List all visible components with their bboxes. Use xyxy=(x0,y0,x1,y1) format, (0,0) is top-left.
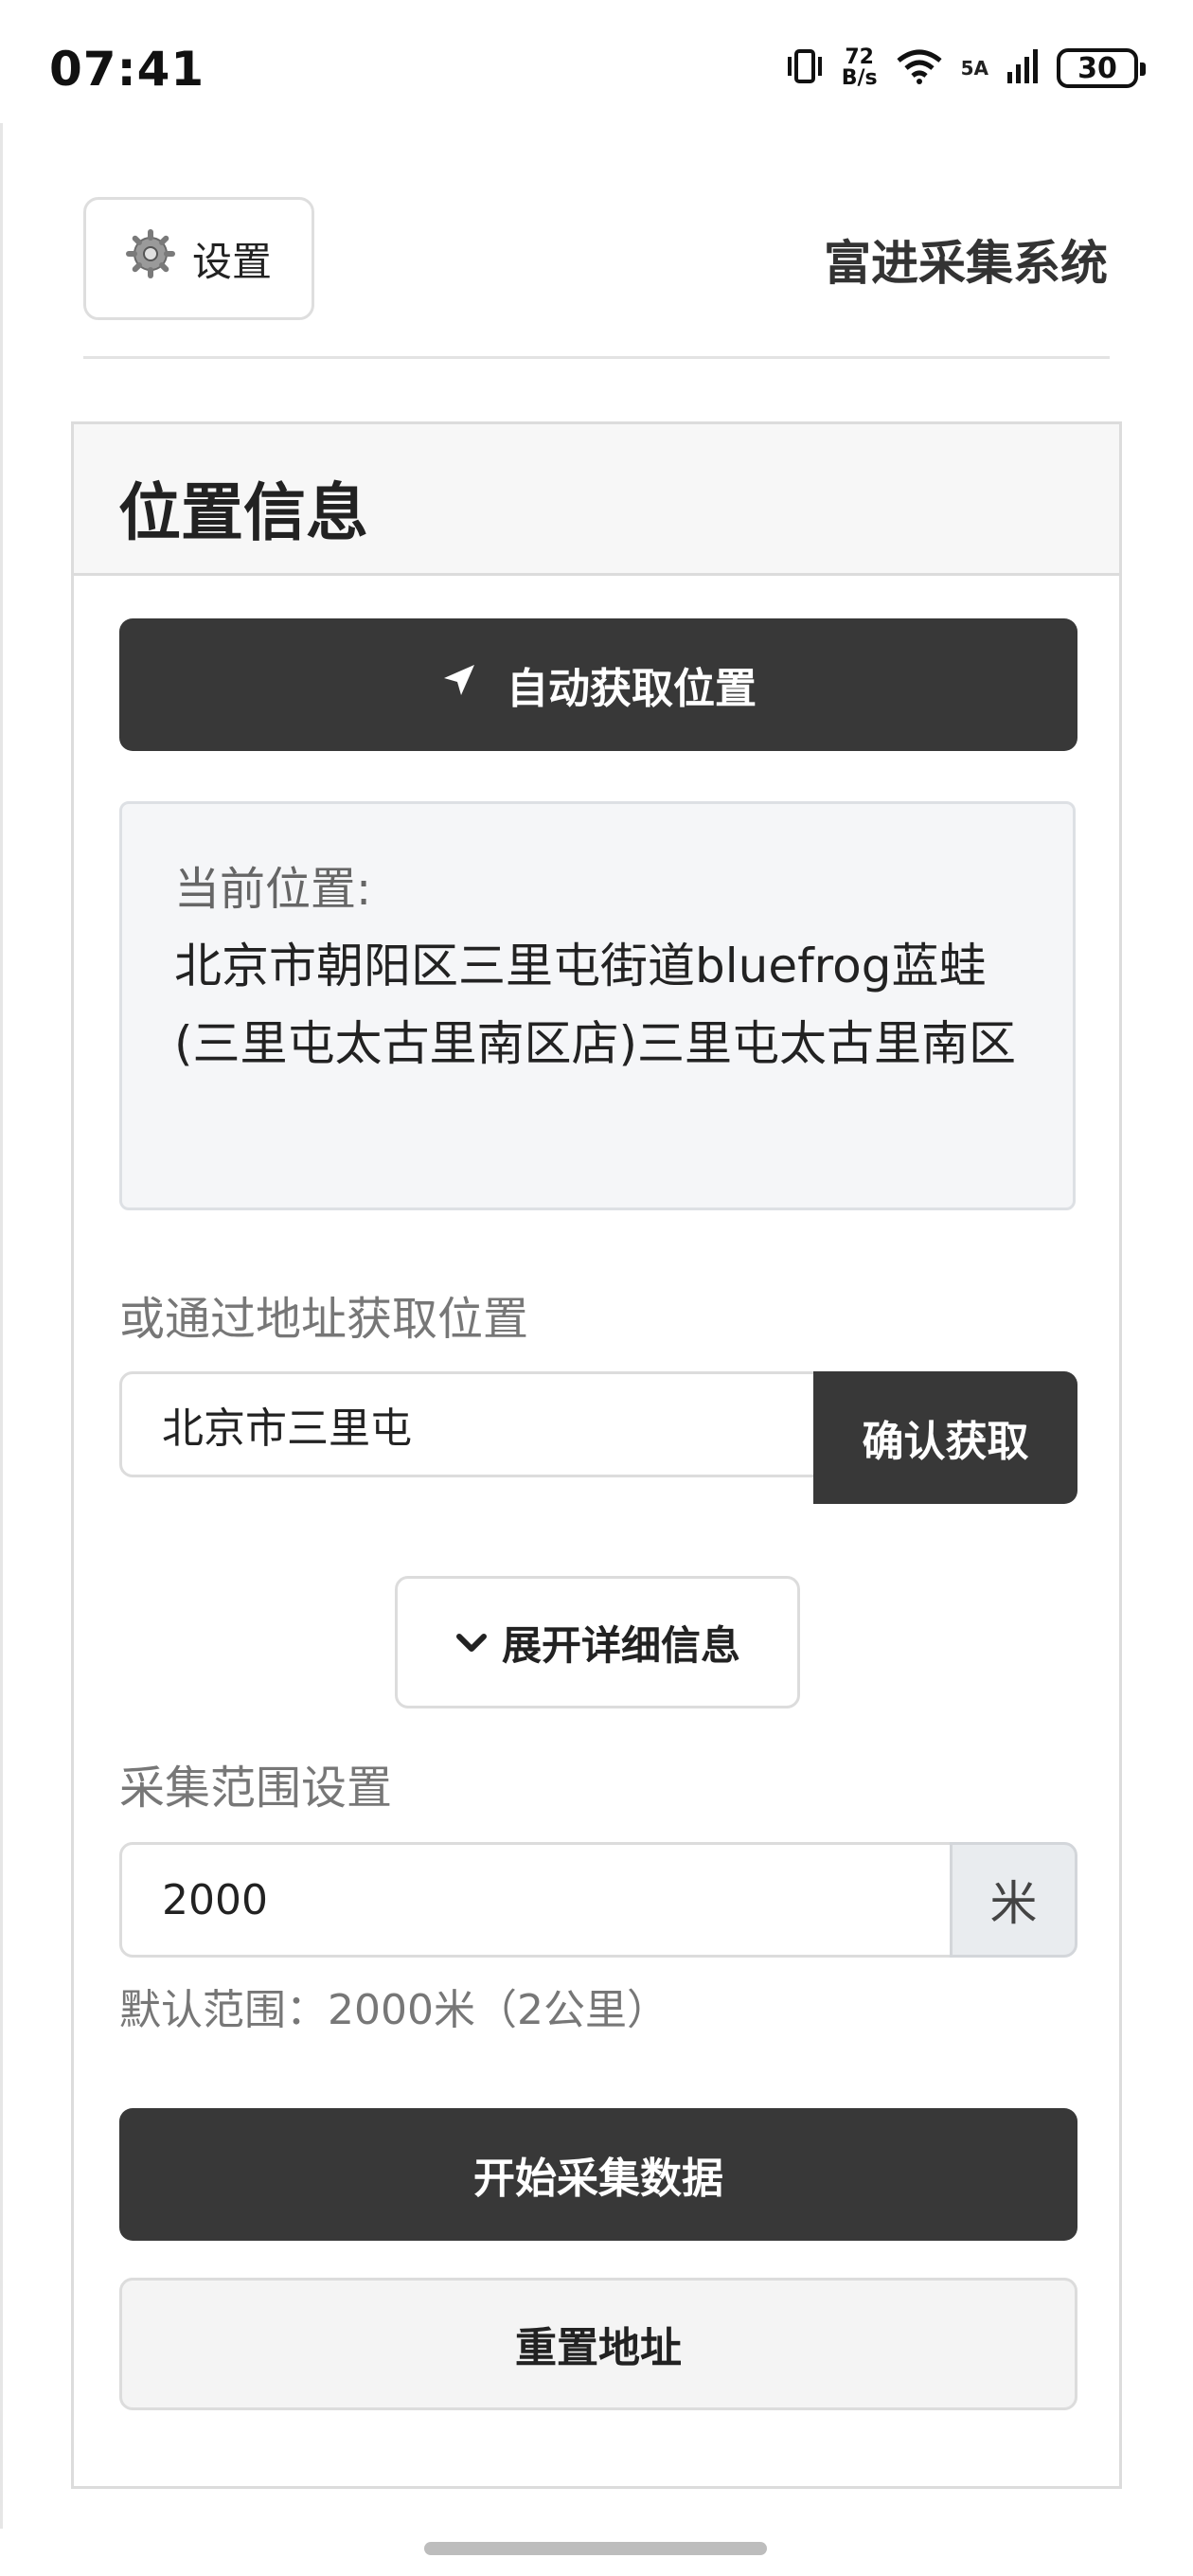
location-card: 位置信息 自动获取位置 当前位置: 北京市朝阳区三里屯街道bluefrog蓝蛙(… xyxy=(71,421,1122,2489)
wifi-icon xyxy=(895,47,944,89)
range-unit-label: 米 xyxy=(989,1876,1038,1931)
start-collect-button[interactable]: 开始采集数据 xyxy=(119,2108,1077,2241)
confirm-address-button[interactable]: 确认获取 xyxy=(813,1371,1077,1504)
card-header: 位置信息 xyxy=(74,424,1119,576)
confirm-label: 确认获取 xyxy=(862,1418,1029,1466)
status-bar: 07:41 72 B/s 5A 30 xyxy=(0,0,1193,123)
range-input-value: 2000 xyxy=(162,1875,268,1924)
range-hint: 默认范围：2000米（2公里） xyxy=(119,1986,668,2034)
status-time: 07:41 xyxy=(49,42,205,97)
range-input[interactable]: 2000 xyxy=(119,1842,953,1958)
net-speed-unit: B/s xyxy=(841,66,878,90)
reset-address-button[interactable]: 重置地址 xyxy=(119,2278,1077,2410)
vibrate-icon xyxy=(785,47,825,89)
address-section-label: 或通过地址获取位置 xyxy=(119,1293,529,1346)
range-section-label: 采集范围设置 xyxy=(119,1762,393,1815)
address-input[interactable]: 北京市三里屯 xyxy=(119,1371,816,1477)
status-icons: 72 B/s 5A 30 xyxy=(785,42,1146,95)
current-location-value: 北京市朝阳区三里屯街道bluefrog蓝蛙(三里屯太古里南区店)三里屯太古里南区 xyxy=(174,939,1017,1071)
gear-icon xyxy=(125,229,175,288)
battery-level: 30 xyxy=(1077,51,1117,85)
current-location-label: 当前位置: xyxy=(174,863,372,916)
auto-locate-label: 自动获取位置 xyxy=(507,665,757,713)
signal-label: 5A xyxy=(960,57,988,80)
navigation-arrow-icon xyxy=(440,661,478,709)
start-label: 开始采集数据 xyxy=(473,2155,723,2203)
header-divider xyxy=(83,356,1110,359)
address-input-value: 北京市三里屯 xyxy=(162,1404,412,1453)
home-indicator[interactable] xyxy=(424,2542,767,2555)
settings-button[interactable]: 设置 xyxy=(83,197,314,320)
net-speed-value: 72 xyxy=(845,45,874,69)
brand-title: 富进采集系统 xyxy=(824,236,1108,291)
net-speed: 72 B/s xyxy=(842,47,878,89)
chevron-down-icon xyxy=(454,1619,489,1666)
settings-label: 设置 xyxy=(191,238,272,285)
battery-indicator: 30 xyxy=(1057,48,1146,88)
signal-bars-icon xyxy=(1006,47,1040,89)
left-edge-line xyxy=(0,123,3,2529)
reset-label: 重置地址 xyxy=(515,2324,682,2372)
expand-details-button[interactable]: 展开详细信息 xyxy=(395,1576,800,1708)
range-unit: 米 xyxy=(950,1842,1077,1958)
expand-label: 展开详细信息 xyxy=(501,1621,740,1669)
card-title: 位置信息 xyxy=(118,476,368,549)
auto-locate-button[interactable]: 自动获取位置 xyxy=(119,618,1077,751)
current-location-box: 当前位置: 北京市朝阳区三里屯街道bluefrog蓝蛙(三里屯太古里南区店)三里… xyxy=(119,801,1076,1210)
